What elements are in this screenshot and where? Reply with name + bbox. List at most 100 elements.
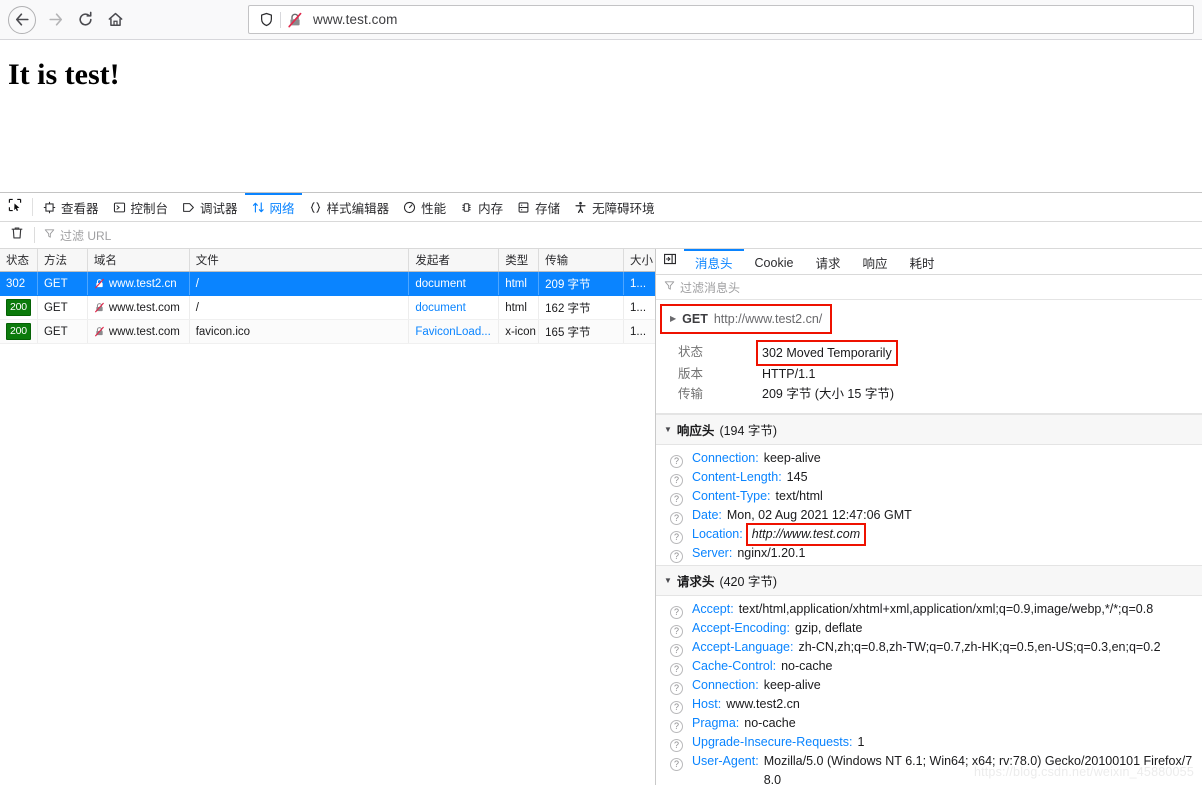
tab-console[interactable]: 控制台	[106, 193, 176, 221]
help-icon[interactable]: ?	[670, 644, 683, 657]
header-name[interactable]: Pragma	[692, 714, 736, 733]
tab-cookies[interactable]: Cookie	[744, 249, 805, 274]
column-header-transferred[interactable]: 传输	[539, 249, 625, 271]
request-headers-section-header[interactable]: ▼ 请求头 (420 字节)	[656, 565, 1202, 596]
help-icon[interactable]: ?	[670, 455, 683, 468]
home-icon	[107, 11, 124, 28]
shield-icon[interactable]	[255, 12, 277, 27]
status-code: 302	[6, 277, 26, 290]
help-icon[interactable]: ?	[670, 474, 683, 487]
clear-requests-button[interactable]	[0, 226, 34, 245]
cell-domain: www.test2.cn	[88, 272, 190, 295]
help-icon[interactable]: ?	[670, 493, 683, 506]
request-url-row[interactable]: ▶ GET http://www.test2.cn/	[660, 304, 832, 334]
help-icon[interactable]: ?	[670, 682, 683, 695]
element-picker-button[interactable]	[0, 193, 30, 221]
request-summary: 状态 302 Moved Temporarily 版本 HTTP/1.1 传输 …	[656, 340, 1202, 404]
table-row[interactable]: 302 GET www.test2.cn / document html 209…	[0, 272, 655, 296]
help-icon[interactable]: ?	[670, 739, 683, 752]
column-header-size[interactable]: 大小	[624, 249, 655, 271]
help-icon[interactable]: ?	[670, 720, 683, 733]
tab-accessibility[interactable]: 无障碍环境	[567, 193, 662, 221]
cell-domain: www.test.com	[88, 320, 190, 343]
help-icon[interactable]: ?	[670, 550, 683, 563]
header-name[interactable]: Location	[692, 525, 739, 544]
tab-request[interactable]: 请求	[804, 249, 851, 274]
help-icon[interactable]: ?	[670, 606, 683, 619]
summary-row-status: 状态 302 Moved Temporarily	[656, 340, 1202, 366]
tab-headers[interactable]: 消息头	[684, 249, 744, 274]
header-name[interactable]: Host	[692, 695, 718, 714]
header-name[interactable]: Accept-Language	[692, 638, 790, 657]
tab-storage[interactable]: 存储	[510, 193, 567, 221]
header-value: text/html	[775, 489, 823, 503]
help-icon[interactable]: ?	[670, 701, 683, 714]
url-text[interactable]: www.test.com	[313, 12, 397, 27]
crossed-lock-icon[interactable]	[284, 12, 306, 28]
watermark: https://blog.csdn.net/weixin_45880055	[973, 765, 1194, 779]
response-headers-section-header[interactable]: ▼ 响应头 (194 字节)	[656, 414, 1202, 445]
browser-toolbar: www.test.com	[0, 0, 1202, 40]
header-name[interactable]: Date	[692, 506, 718, 525]
header-name[interactable]: Server	[692, 544, 729, 563]
insecure-lock-icon	[94, 278, 105, 289]
details-tabbar: 消息头 Cookie 请求 响应 耗时	[656, 249, 1202, 275]
header-name[interactable]: Connection	[692, 676, 755, 695]
header-name[interactable]: Upgrade-Insecure-Requests	[692, 733, 849, 752]
tab-memory[interactable]: 内存	[453, 193, 510, 221]
tab-style-editor-label: 样式编辑器	[326, 202, 390, 216]
web-page-viewport: It is test!	[0, 40, 1202, 192]
tab-timings[interactable]: 耗时	[898, 249, 945, 274]
help-icon[interactable]: ?	[670, 531, 683, 544]
help-icon[interactable]: ?	[670, 758, 683, 771]
header-name[interactable]: Connection	[692, 449, 755, 468]
request-method: GET	[682, 312, 708, 326]
forward-button[interactable]	[40, 5, 70, 35]
address-bar[interactable]: www.test.com	[248, 5, 1194, 34]
column-header-file[interactable]: 文件	[190, 249, 410, 271]
reload-icon	[77, 11, 94, 28]
triangle-right-icon[interactable]: ▶	[670, 315, 676, 323]
url-filter-input[interactable]: 过滤 URL	[35, 226, 111, 244]
cell-initiator[interactable]: FaviconLoad...	[409, 320, 500, 343]
header-name[interactable]: Content-Length	[692, 468, 778, 487]
cell-file: /	[190, 296, 410, 319]
tab-debugger[interactable]: 调试器	[175, 193, 245, 221]
headers-filter-input[interactable]: 过滤消息头	[656, 275, 1202, 300]
summary-value-version: HTTP/1.1	[762, 367, 816, 381]
header-row: ? Server: nginx/1.20.1	[656, 544, 1202, 563]
table-row[interactable]: 200 GET www.test.com favicon.ico Favicon…	[0, 320, 655, 344]
reload-button[interactable]	[70, 5, 100, 35]
tab-network-label: 网络	[269, 202, 295, 216]
home-button[interactable]	[100, 5, 130, 35]
tab-response[interactable]: 响应	[851, 249, 898, 274]
tab-style-editor[interactable]: 样式编辑器	[302, 193, 397, 221]
column-header-status[interactable]: 状态	[0, 249, 38, 271]
tab-network[interactable]: 网络	[244, 193, 302, 221]
header-name[interactable]: Accept-Encoding	[692, 619, 787, 638]
back-button[interactable]	[8, 5, 36, 34]
help-icon[interactable]: ?	[670, 512, 683, 525]
table-row[interactable]: 200 GET www.test.com / document html 162…	[0, 296, 655, 320]
header-name[interactable]: Cache-Control	[692, 657, 773, 676]
header-name[interactable]: Accept	[692, 600, 730, 619]
cell-type: html	[499, 272, 540, 295]
header-name[interactable]: Content-Type	[692, 487, 767, 506]
column-header-method[interactable]: 方法	[38, 249, 88, 271]
storage-icon	[517, 201, 530, 214]
tab-inspector[interactable]: 查看器	[36, 193, 106, 221]
tab-console-label: 控制台	[130, 202, 169, 216]
help-icon[interactable]: ?	[670, 663, 683, 676]
header-value: no-cache	[744, 716, 796, 730]
column-header-type[interactable]: 类型	[499, 249, 540, 271]
pane-toggle-button[interactable]	[656, 249, 684, 274]
help-icon[interactable]: ?	[670, 625, 683, 638]
triangle-down-icon: ▼	[664, 425, 672, 434]
header-name[interactable]: User-Agent	[692, 752, 755, 771]
cell-type: html	[499, 296, 540, 319]
column-header-domain[interactable]: 域名	[88, 249, 190, 271]
header-value: 145	[786, 470, 808, 484]
column-header-initiator[interactable]: 发起者	[409, 249, 500, 271]
tab-performance[interactable]: 性能	[396, 193, 453, 221]
request-url: http://www.test2.cn/	[713, 312, 823, 326]
